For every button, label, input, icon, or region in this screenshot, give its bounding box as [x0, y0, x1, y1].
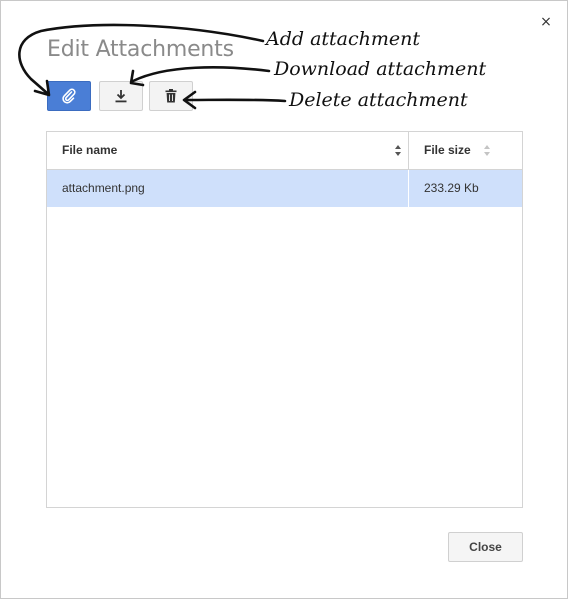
table-row[interactable]: attachment.png 233.29 Kb [47, 170, 522, 207]
dialog-title: Edit Attachments [47, 37, 234, 62]
annotation-download-attachment: Download attachment [274, 58, 487, 80]
column-header-file-size[interactable]: File size [409, 132, 522, 169]
annotation-add-attachment: Add attachment [266, 28, 421, 50]
trash-icon [165, 89, 177, 103]
column-header-file-name[interactable]: File name [47, 132, 409, 169]
sort-icon[interactable] [484, 145, 490, 156]
file-size-cell: 233.29 Kb [424, 181, 479, 195]
attachments-table: File name File size attachment.png 233.2… [46, 131, 523, 508]
column-header-label: File name [62, 143, 118, 157]
arrow-delete [183, 98, 287, 103]
add-attachment-button[interactable] [47, 81, 91, 111]
sort-icon[interactable] [395, 145, 401, 156]
download-icon [115, 90, 127, 103]
delete-attachment-button[interactable] [149, 81, 193, 111]
close-dialog-icon[interactable]: × [539, 15, 553, 29]
download-attachment-button[interactable] [99, 81, 143, 111]
column-header-label: File size [424, 143, 471, 157]
close-button[interactable]: Close [448, 532, 523, 562]
annotation-delete-attachment: Delete attachment [289, 89, 468, 111]
file-name-cell: attachment.png [47, 170, 409, 207]
paperclip-icon [62, 88, 76, 104]
edit-attachments-dialog: × Edit Attachments File name File size a… [0, 0, 568, 599]
table-header: File name File size [47, 132, 522, 170]
arrow-download [131, 66, 271, 83]
